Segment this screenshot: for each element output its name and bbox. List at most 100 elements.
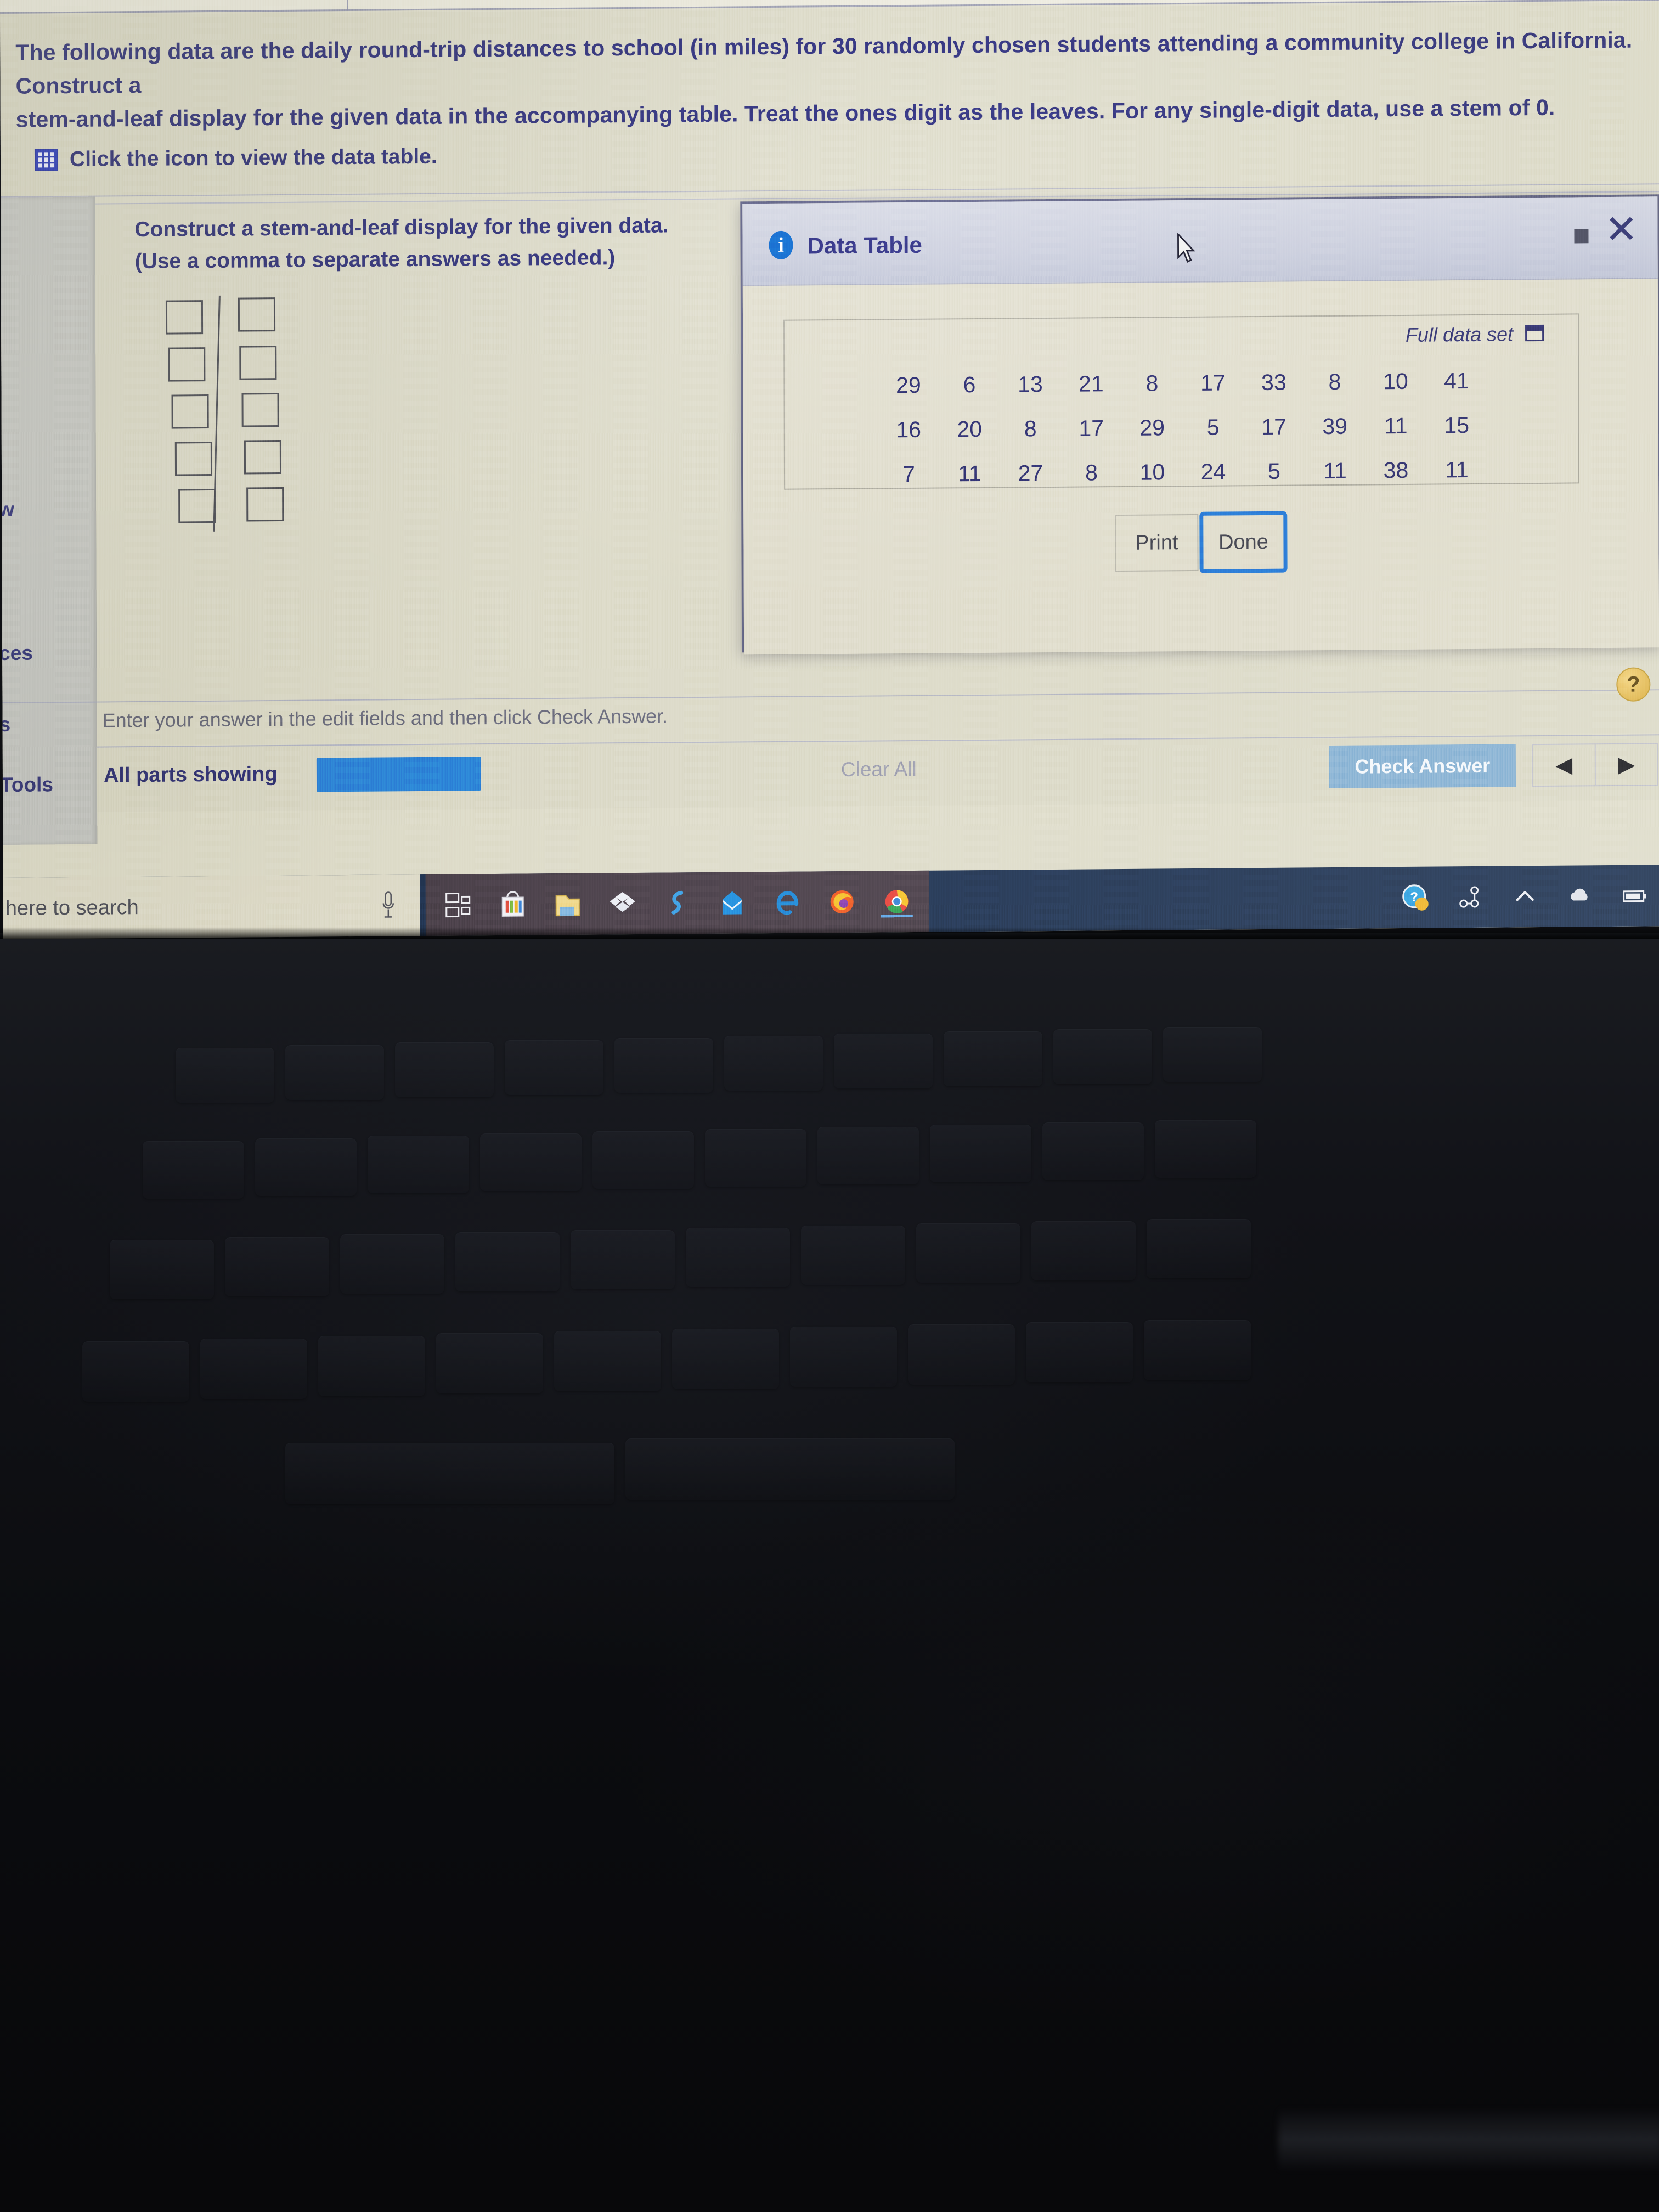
google-chrome-icon[interactable]: [881, 885, 913, 917]
bottom-toolbar: All parts showing Clear All Check Answer…: [97, 734, 1659, 812]
keyboard-keys: [0, 933, 1659, 2212]
data-table-link[interactable]: Click the icon to view the data table.: [34, 145, 437, 172]
left-sidebar: w ces s Tools: [0, 196, 98, 845]
data-cell: 7: [902, 461, 915, 487]
get-help-icon[interactable]: ?: [1401, 883, 1430, 912]
instruction-text: Enter your answer in the edit fields and…: [102, 704, 668, 732]
all-parts-showing-label: All parts showing: [103, 763, 278, 787]
network-icon[interactable]: [1456, 883, 1485, 911]
check-answer-button[interactable]: Check Answer: [1329, 744, 1516, 789]
data-cell: 11: [1323, 458, 1347, 484]
data-cell: 8: [1146, 370, 1159, 396]
data-cell: 8: [1024, 416, 1037, 442]
stem-and-leaf-entry-grid: [156, 295, 294, 537]
leaf-input-4[interactable]: [244, 439, 282, 475]
data-cell: 11: [1445, 457, 1469, 483]
data-cell: 5: [1206, 414, 1220, 440]
popout-window-icon[interactable]: [1525, 324, 1544, 342]
dropbox-icon[interactable]: [607, 888, 639, 919]
data-cell: 17: [1261, 414, 1287, 439]
microsoft-store-icon[interactable]: [497, 888, 529, 920]
data-cell: 33: [1261, 369, 1286, 395]
stem-leaf-row: [156, 393, 294, 437]
microphone-icon[interactable]: [382, 891, 395, 919]
dialog-body: Full data set 29 6 13 21 8 17 33 8 10 41…: [742, 279, 1659, 655]
battery-icon[interactable]: [1621, 881, 1649, 910]
leaf-input-1[interactable]: [238, 297, 276, 332]
data-cell: 39: [1322, 413, 1348, 439]
system-tray: ?: [1401, 865, 1649, 928]
file-explorer-icon[interactable]: [552, 888, 584, 920]
sidebar-item-stats[interactable]: s: [0, 713, 10, 736]
keyboard-light-reflection: [1278, 2107, 1659, 2172]
sidebar-item-tools[interactable]: Tools: [1, 773, 53, 797]
data-cell: 17: [1200, 370, 1226, 396]
data-cell: 21: [1079, 371, 1104, 397]
full-data-set-label: Full data set: [1405, 323, 1514, 346]
stem-leaf-row: [156, 439, 294, 484]
data-table-link-label[interactable]: Click the icon to view the data table.: [70, 145, 437, 172]
onedrive-icon[interactable]: [1566, 882, 1594, 910]
mail-icon[interactable]: [716, 887, 748, 918]
data-cell: 29: [896, 372, 921, 398]
data-cell: 5: [1268, 458, 1280, 484]
stem-input-5[interactable]: [178, 488, 216, 523]
clear-all-button[interactable]: Clear All: [841, 758, 917, 781]
mouse-cursor-icon: [1177, 233, 1195, 263]
data-cell: 11: [1384, 413, 1408, 439]
laptop-screen: The following data are the daily round-t…: [0, 0, 1659, 940]
data-cell: 15: [1444, 412, 1470, 438]
task-view-icon[interactable]: [442, 889, 474, 921]
data-table-dialog: i Data Table ✕ Full data set 29 6 13 21 …: [740, 194, 1659, 655]
done-button[interactable]: Done: [1199, 511, 1288, 573]
stem-leaf-row: [156, 297, 293, 342]
laptop-keyboard-area: [0, 933, 1659, 2212]
previous-question-button[interactable]: ◀: [1533, 744, 1596, 786]
data-cell: 17: [1079, 415, 1104, 441]
problem-statement-panel: The following data are the daily round-t…: [0, 2, 1659, 197]
minimize-button[interactable]: [1574, 229, 1589, 244]
data-cell: 27: [1018, 460, 1043, 486]
search-input[interactable]: here to search: [5, 896, 139, 921]
laptop-photo: The following data are the daily round-t…: [0, 0, 1659, 2212]
data-cell: 8: [1085, 460, 1098, 486]
data-cell: 41: [1444, 368, 1469, 394]
stem-leaf-row: [156, 346, 293, 390]
screen-bottom-bezel-shadow: [0, 927, 1659, 939]
dialog-action-row: Print Done: [743, 508, 1658, 577]
leaf-input-2[interactable]: [239, 346, 277, 380]
close-icon[interactable]: ✕: [1605, 208, 1638, 252]
leaf-input-3[interactable]: [241, 393, 279, 427]
skype-icon[interactable]: [662, 887, 693, 919]
grid-icon[interactable]: [34, 149, 58, 171]
firefox-icon[interactable]: [826, 886, 858, 918]
stem-input-3[interactable]: [171, 394, 209, 429]
data-cell: 8: [1328, 369, 1341, 395]
progress-bar: [316, 757, 482, 792]
data-cell: 10: [1139, 459, 1165, 485]
problem-statement-text: The following data are the daily round-t…: [15, 27, 1639, 132]
microsoft-edge-icon[interactable]: [771, 887, 803, 918]
show-hidden-icons-icon[interactable]: [1511, 882, 1539, 911]
sidebar-item-show[interactable]: w: [0, 498, 14, 521]
data-cell: 24: [1200, 459, 1226, 484]
next-question-button[interactable]: ▶: [1596, 744, 1657, 785]
dialog-title: Data Table: [807, 232, 922, 259]
stem-leaf-row: [156, 487, 294, 531]
stem-input-1[interactable]: [165, 300, 204, 335]
leaf-input-5[interactable]: [246, 487, 284, 522]
print-button[interactable]: Print: [1115, 514, 1199, 572]
stem-input-2[interactable]: [168, 347, 206, 382]
data-values-panel: Full data set 29 6 13 21 8 17 33 8 10 41…: [783, 313, 1580, 490]
data-cell: 6: [963, 372, 976, 398]
question-nav: ◀ ▶: [1532, 743, 1658, 787]
data-cell: 20: [957, 416, 983, 442]
help-button[interactable]: ?: [1616, 667, 1651, 702]
data-cell: 38: [1383, 457, 1409, 483]
stem-input-4[interactable]: [174, 441, 213, 476]
browser-window: The following data are the daily round-t…: [0, 0, 1659, 940]
dialog-titlebar[interactable]: i Data Table ✕: [742, 196, 1658, 286]
sidebar-item-references[interactable]: ces: [0, 642, 33, 665]
data-cell: 16: [896, 416, 922, 443]
info-icon: i: [769, 230, 793, 260]
